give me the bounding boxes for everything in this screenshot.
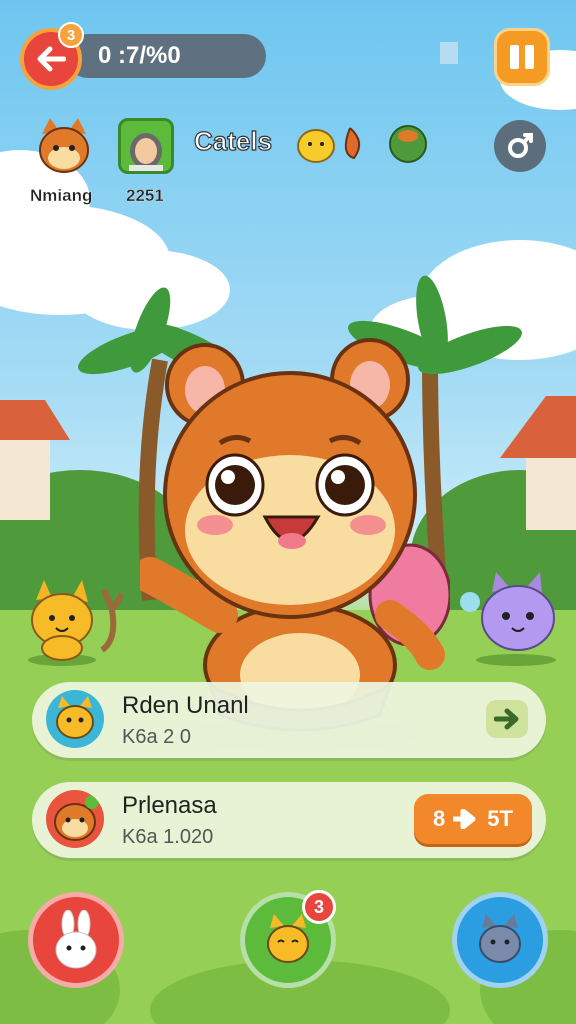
arrow-left-icon — [37, 46, 66, 72]
person-icon — [129, 133, 163, 171]
progress-text: 0 :7/%0 — [98, 42, 181, 69]
fruit-icon — [344, 127, 361, 160]
notification-badge: 3 — [58, 22, 84, 48]
player-name: Nmiang — [30, 186, 93, 205]
turtle-icon — [389, 125, 427, 163]
price-left: 8 — [433, 806, 446, 831]
pause-icon — [507, 45, 537, 69]
card-subtitle: K6a 2 0 — [122, 726, 191, 748]
nav-notification-badge: 3 — [302, 890, 336, 924]
arrow-right-icon — [494, 708, 519, 730]
progress-display: 0 :7/%0 — [66, 34, 266, 78]
fox-avatar[interactable] — [36, 118, 92, 178]
gender-icon — [508, 133, 533, 158]
game-screen: 3 0 :7/%0 Nmiang 2251 Catels Rden Unanl … — [0, 0, 576, 1024]
chick-icon — [297, 129, 335, 163]
go-button[interactable] — [486, 700, 528, 738]
monkey-avatar-icon — [46, 790, 104, 848]
gender-button[interactable] — [494, 120, 546, 172]
status-indicator — [440, 42, 458, 64]
friend-avatar[interactable] — [118, 118, 174, 174]
card-title: Rden Unanl — [122, 692, 249, 719]
arrow-right-icon — [453, 809, 476, 829]
items-row — [297, 125, 427, 163]
card-title: Prlenasa — [122, 792, 217, 819]
bunny-icon — [55, 910, 97, 969]
card-subtitle: K6a 1.020 — [122, 826, 214, 848]
buy-button[interactable]: 8 5T — [414, 794, 532, 844]
cat-avatar-icon — [46, 690, 104, 748]
player-score: 2251 — [126, 186, 164, 205]
price-right: 5T — [487, 806, 513, 831]
pet-card-1[interactable]: Rden Unanl K6a 2 0 — [32, 682, 546, 758]
nav-bunny-button[interactable] — [28, 892, 124, 988]
category-title: Catels — [193, 125, 273, 156]
pause-button[interactable] — [494, 28, 550, 86]
purple-cat-icon — [460, 572, 556, 666]
pet-card-2[interactable]: Prlenasa K6a 1.020 8 5T — [32, 782, 546, 858]
nav-gray-cat-button[interactable] — [452, 892, 548, 988]
yellow-cat-icon — [28, 580, 125, 666]
gray-cat-icon — [479, 914, 521, 963]
